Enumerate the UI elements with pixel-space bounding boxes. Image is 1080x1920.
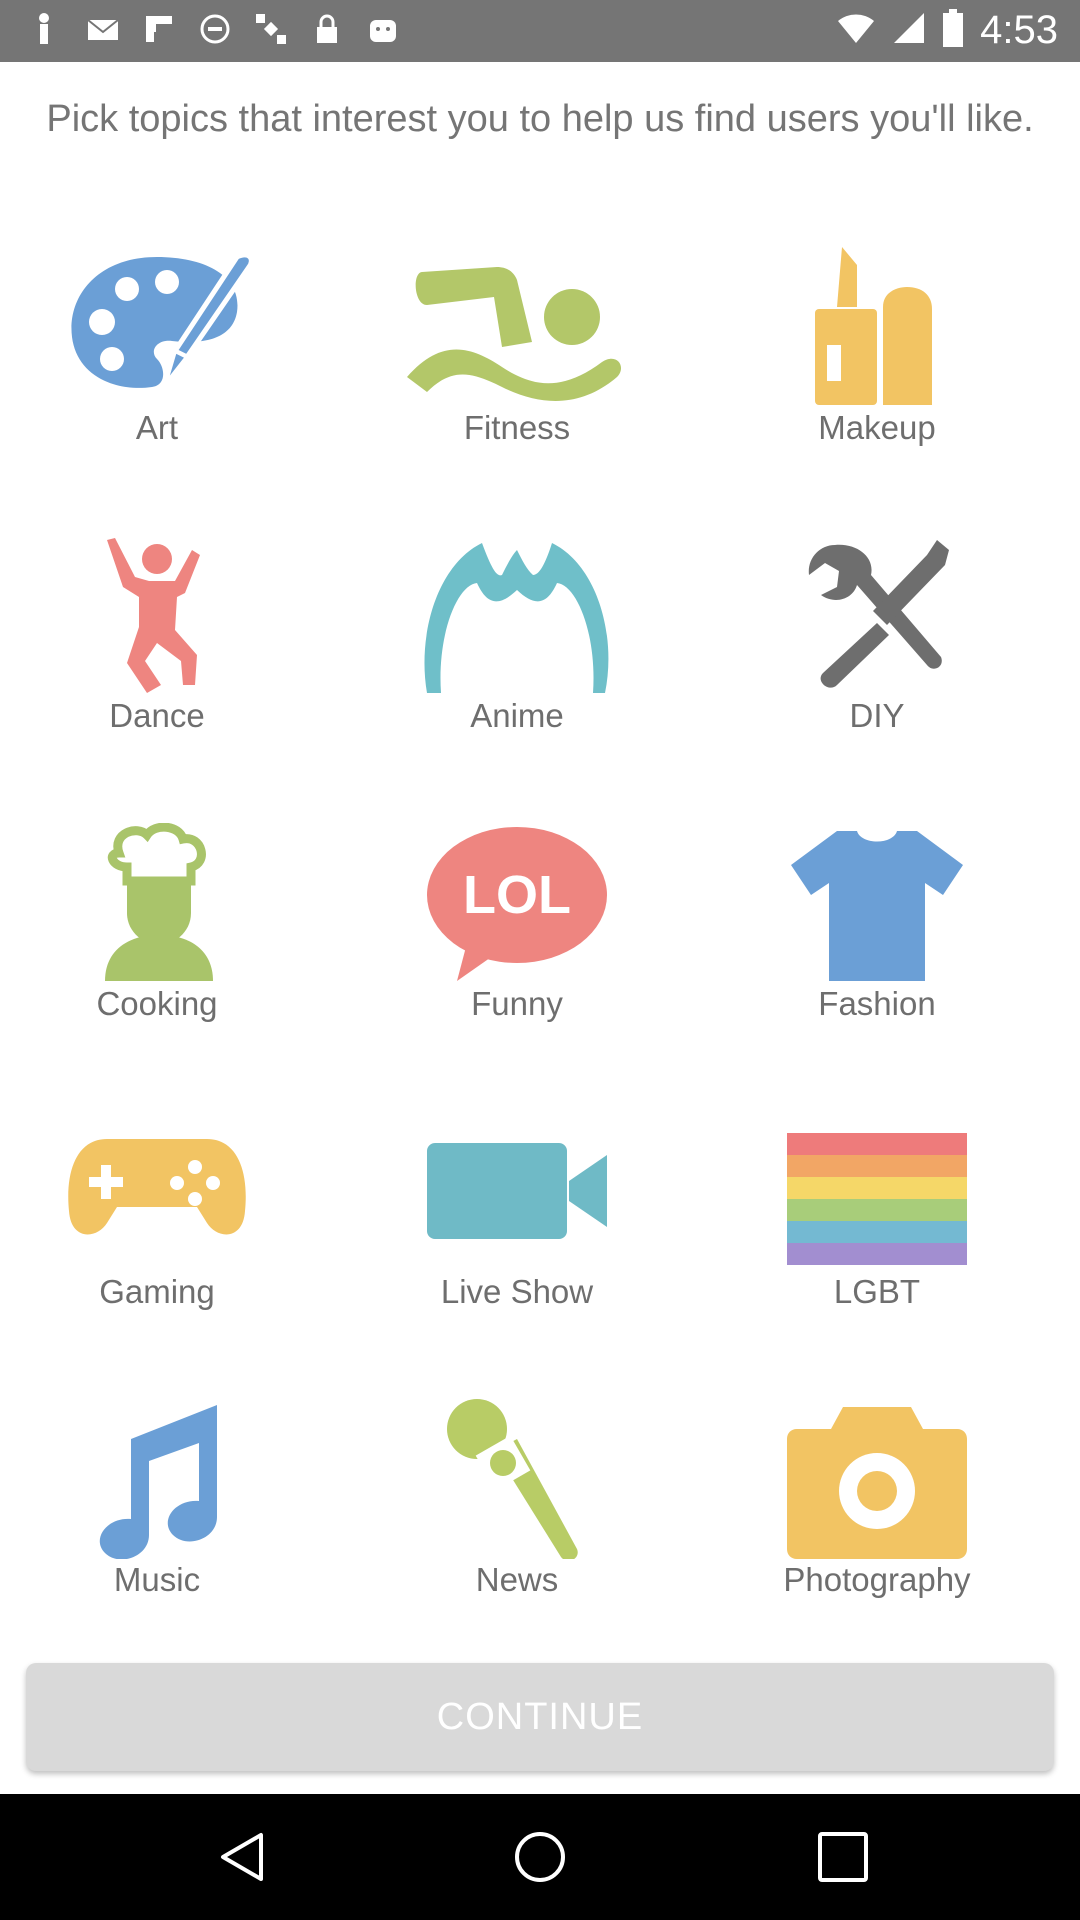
anime-hair-icon xyxy=(424,543,609,693)
gamepad-icon xyxy=(68,1139,246,1235)
topic-fitness[interactable]: Fitness xyxy=(367,247,667,467)
block-icon xyxy=(198,12,232,46)
signal-icon xyxy=(892,11,926,50)
android-icon xyxy=(366,12,400,46)
topic-label: Music xyxy=(113,1561,201,1598)
microphone-icon xyxy=(447,1399,578,1559)
topic-news[interactable]: News xyxy=(367,1399,667,1619)
topic-label: Fitness xyxy=(463,409,571,446)
topic-lgbt[interactable]: LGBT xyxy=(727,1111,1027,1331)
topic-makeup[interactable]: Makeup xyxy=(727,247,1027,467)
topic-live-show[interactable]: Live Show xyxy=(367,1111,667,1331)
dancer-icon xyxy=(107,538,200,693)
navigation-bar xyxy=(0,1794,1080,1920)
palette-icon xyxy=(71,252,254,388)
topic-music[interactable]: Music xyxy=(7,1399,307,1619)
flipboard-icon xyxy=(142,12,176,46)
topic-label: Gaming xyxy=(99,1273,215,1310)
topic-dance[interactable]: Dance xyxy=(7,535,307,755)
topic-gaming[interactable]: Gaming xyxy=(7,1111,307,1331)
topic-photography[interactable]: Photography xyxy=(727,1399,1027,1619)
topic-cooking[interactable]: Cooking xyxy=(7,823,307,1043)
camera-icon xyxy=(787,1407,967,1559)
topic-anime[interactable]: Anime xyxy=(367,535,667,755)
chef-icon xyxy=(105,823,213,981)
page-title: Pick topics that interest you to help us… xyxy=(46,98,1034,140)
topic-label: DIY xyxy=(849,697,905,734)
back-icon[interactable] xyxy=(215,1829,271,1885)
music-note-icon xyxy=(99,1405,217,1559)
topic-label: Anime xyxy=(470,697,564,734)
lock-icon xyxy=(310,12,344,46)
menu-icon xyxy=(30,12,64,46)
tshirt-icon xyxy=(791,831,963,981)
tools-icon xyxy=(808,540,949,688)
lipstick-icon xyxy=(815,247,932,405)
continue-button[interactable]: CONTINUE xyxy=(26,1663,1054,1771)
topic-label: Photography xyxy=(783,1561,971,1598)
topic-funny[interactable]: LOL Funny xyxy=(367,823,667,1043)
swimmer-icon xyxy=(407,267,622,401)
mail-icon xyxy=(86,12,120,46)
topic-label: Makeup xyxy=(818,409,936,446)
topic-picker-screen: Pick topics that interest you to help us… xyxy=(0,62,1080,1794)
wifi-icon xyxy=(836,11,876,50)
home-icon[interactable] xyxy=(512,1829,568,1885)
lol-badge: LOL xyxy=(463,865,571,925)
rainbow-flag-icon xyxy=(787,1133,967,1265)
topic-label: Fashion xyxy=(818,985,936,1022)
status-time: 4:53 xyxy=(980,8,1058,52)
battery-icon xyxy=(942,9,964,52)
topic-art[interactable]: Art xyxy=(7,247,307,467)
topic-label: LGBT xyxy=(833,1273,921,1310)
status-bar: 4:53 xyxy=(0,0,1080,62)
lol-bubble-icon: LOL xyxy=(427,827,607,981)
topic-diy[interactable]: DIY xyxy=(727,535,1027,755)
topic-label: Funny xyxy=(471,985,563,1022)
recents-icon[interactable] xyxy=(815,1829,871,1885)
topic-fashion[interactable]: Fashion xyxy=(727,823,1027,1043)
topic-label: News xyxy=(475,1561,559,1598)
topic-label: Art xyxy=(135,409,179,446)
video-camera-icon xyxy=(427,1143,607,1239)
topic-label: Cooking xyxy=(96,985,218,1022)
topic-label: Live Show xyxy=(440,1273,594,1310)
topic-label: Dance xyxy=(109,697,205,734)
satellite-icon xyxy=(254,12,288,46)
